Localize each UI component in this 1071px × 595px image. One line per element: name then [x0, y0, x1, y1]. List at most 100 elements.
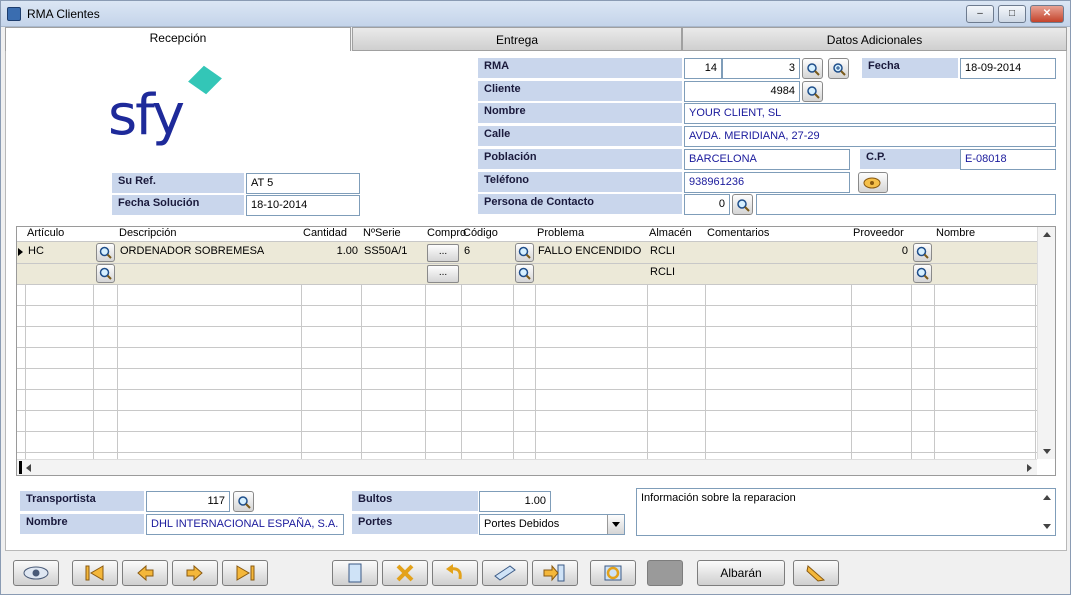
contacto-search-button[interactable]: [732, 194, 753, 215]
telefono-input[interactable]: 938961236: [684, 172, 850, 193]
cell-articulo[interactable]: HC: [26, 242, 92, 263]
call-phone-button[interactable]: [858, 172, 888, 193]
next-record-button[interactable]: [172, 560, 218, 586]
cell-serie[interactable]: SS50A/1: [362, 242, 424, 263]
fecha-input[interactable]: 18-09-2014: [960, 58, 1056, 79]
dropdown-arrow-icon[interactable]: [607, 515, 624, 534]
compro-button[interactable]: ...: [427, 244, 459, 262]
bultos-input[interactable]: 1.00: [479, 491, 551, 512]
vertical-scrollbar[interactable]: [1037, 227, 1055, 459]
col-nombre[interactable]: Nombre: [934, 227, 975, 241]
proveedor-search-button[interactable]: [913, 243, 932, 262]
repair-notes-textarea[interactable]: Información sobre la reparacion: [636, 488, 1056, 536]
contacto-id-input[interactable]: 0: [684, 194, 730, 215]
portes-label: Portes: [352, 514, 478, 534]
delete-record-button[interactable]: [382, 560, 428, 586]
portes-select[interactable]: Portes Debidos: [479, 514, 625, 535]
new-record-button[interactable]: [332, 560, 378, 586]
first-record-button[interactable]: [72, 560, 118, 586]
codigo-search-button[interactable]: [515, 264, 534, 283]
scroll-up-arrow-icon[interactable]: [1043, 232, 1051, 237]
tab-datos-adicionales[interactable]: Datos Adicionales: [682, 27, 1067, 51]
cell-almacen[interactable]: RCLI: [648, 263, 704, 284]
su-ref-label: Su Ref.: [112, 173, 244, 193]
albaran-button[interactable]: Albarán: [697, 560, 785, 586]
cell-nombre[interactable]: [935, 242, 1034, 263]
col-articulo[interactable]: Artículo: [25, 227, 64, 241]
cliente-input[interactable]: 4984: [684, 81, 800, 102]
table-row[interactable]: HC ORDENADOR SOBREMESA 1.00 SS50A/1 ... …: [17, 242, 1037, 263]
title-bar: RMA Clientes – □ ✕: [1, 1, 1070, 27]
last-record-button[interactable]: [222, 560, 268, 586]
scroll-thumb[interactable]: [19, 461, 22, 474]
delete-icon: [396, 564, 414, 582]
proveedor-search-button[interactable]: [913, 264, 932, 283]
su-ref-input[interactable]: AT 5: [246, 173, 360, 194]
col-comentarios[interactable]: Comentarios: [705, 227, 769, 241]
fecha-solucion-input[interactable]: 18-10-2014: [246, 195, 360, 216]
company-logo: sfy: [106, 63, 236, 163]
cell-proveedor[interactable]: 0: [852, 242, 910, 263]
close-button[interactable]: ✕: [1030, 5, 1064, 23]
transportista-search-button[interactable]: [233, 491, 254, 512]
col-serie[interactable]: NºSerie: [361, 227, 401, 241]
rma-zoom-button[interactable]: [828, 58, 849, 79]
scroll-left-arrow-icon[interactable]: [26, 464, 31, 472]
cell-problema[interactable]: FALLO ENCENDIDO: [536, 242, 646, 263]
undo-button[interactable]: [432, 560, 478, 586]
minimize-button[interactable]: –: [966, 5, 994, 23]
table-row[interactable]: ... RCLI: [17, 264, 1037, 284]
compro-button[interactable]: ...: [427, 265, 459, 283]
horizontal-scrollbar[interactable]: [17, 459, 1037, 475]
edit-button[interactable]: [482, 560, 528, 586]
rma-series-input[interactable]: 14: [684, 58, 722, 79]
tab-entrega[interactable]: Entrega: [352, 27, 682, 51]
view-button[interactable]: [13, 560, 59, 586]
notes-scroll-up-icon[interactable]: [1043, 495, 1051, 500]
notes-scroll-down-icon[interactable]: [1043, 524, 1051, 529]
cell-comentarios[interactable]: [706, 242, 850, 263]
scroll-down-arrow-icon[interactable]: [1043, 449, 1051, 454]
articulo-search-button[interactable]: [96, 264, 115, 283]
contacto-name-input[interactable]: [756, 194, 1056, 215]
calle-input[interactable]: AVDA. MERIDIANA, 27-29: [684, 126, 1056, 147]
nombre-input[interactable]: YOUR CLIENT, SL: [684, 103, 1056, 124]
col-problema[interactable]: Problema: [535, 227, 584, 241]
poblacion-input[interactable]: BARCELONA: [684, 149, 850, 170]
refresh-button[interactable]: [590, 560, 636, 586]
col-cantidad[interactable]: Cantidad: [301, 227, 347, 241]
tools-button[interactable]: [793, 560, 839, 586]
previous-record-button[interactable]: [122, 560, 168, 586]
logo-text: sfy: [108, 83, 185, 148]
cell-descripcion[interactable]: ORDENADOR SOBREMESA: [118, 242, 300, 263]
col-descripcion[interactable]: Descripción: [117, 227, 176, 241]
cp-input[interactable]: E-08018: [960, 149, 1056, 170]
col-almacen[interactable]: Almacén: [647, 227, 692, 241]
export-icon: [543, 564, 565, 582]
articulo-search-button[interactable]: [96, 243, 115, 262]
codigo-search-button[interactable]: [515, 243, 534, 262]
cell-cantidad[interactable]: 1.00: [302, 242, 360, 263]
transportista-nombre-input[interactable]: DHL INTERNACIONAL ESPAÑA, S.A.: [146, 514, 344, 535]
last-icon: [236, 565, 255, 581]
col-proveedor[interactable]: Proveedor: [851, 227, 904, 241]
col-compro[interactable]: Compro: [425, 227, 466, 241]
tab-recepcion[interactable]: Recepción: [5, 27, 351, 51]
cliente-search-button[interactable]: [802, 81, 823, 102]
cell-almacen[interactable]: RCLI: [648, 242, 704, 263]
rma-search-button[interactable]: [802, 58, 823, 79]
search-icon: [916, 246, 929, 259]
disabled-button: [647, 560, 683, 586]
search-icon: [737, 199, 750, 212]
scroll-right-arrow-icon[interactable]: [1027, 464, 1032, 472]
transportista-input[interactable]: 117: [146, 491, 230, 512]
maximize-button[interactable]: □: [998, 5, 1026, 23]
cell-codigo[interactable]: 6: [462, 242, 512, 263]
bottom-toolbar: Albarán: [1, 556, 1070, 594]
recepcion-panel: sfy Su Ref. AT 5 Fecha Solución 18-10-20…: [5, 51, 1067, 551]
rma-number-input[interactable]: 3: [722, 58, 800, 79]
export-button[interactable]: [532, 560, 578, 586]
col-codigo[interactable]: Código: [461, 227, 498, 241]
search-icon: [518, 267, 531, 280]
search-icon: [807, 63, 820, 76]
